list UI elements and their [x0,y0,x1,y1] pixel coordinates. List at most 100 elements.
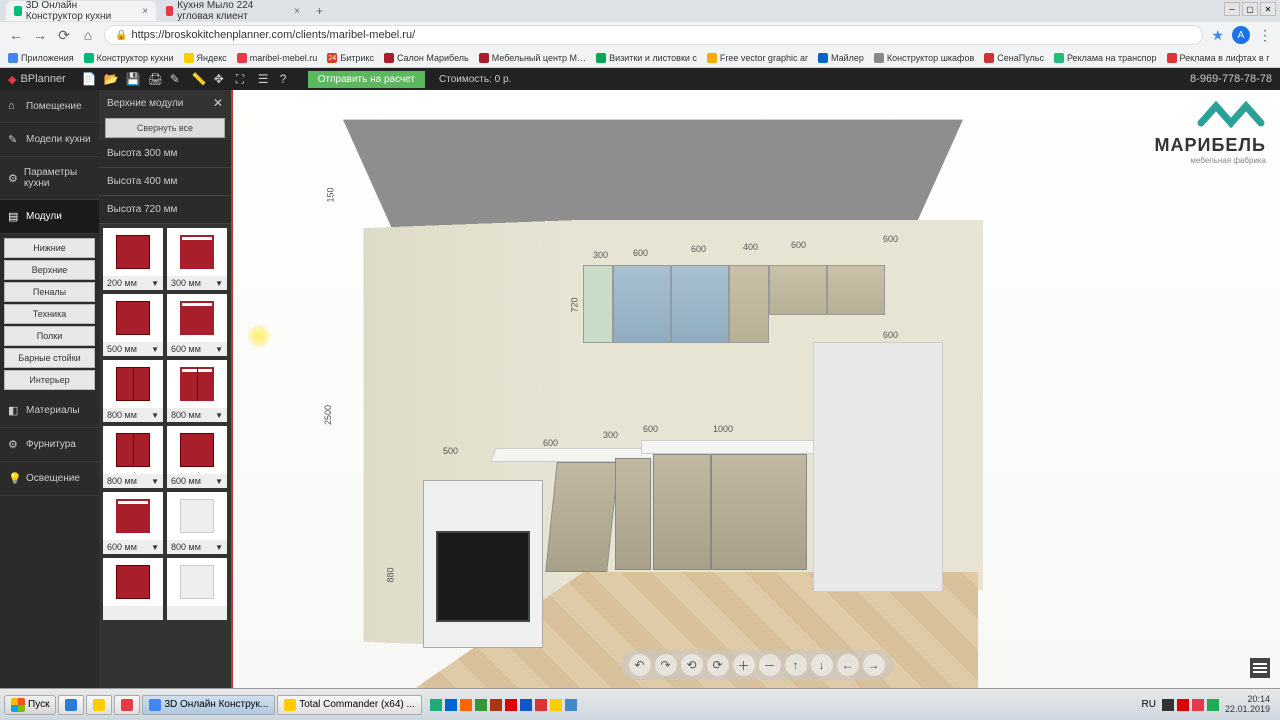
tray-icon[interactable] [1192,699,1204,711]
module-item[interactable]: 800 мм▼ [103,426,163,488]
panel-close-button[interactable]: ✕ [213,96,223,110]
collapse-all-button[interactable]: Свернуть все [105,118,225,138]
new-file-icon[interactable]: 📄 [82,72,96,87]
edit-icon[interactable]: ✎ [170,72,184,87]
chevron-down-icon[interactable]: ▼ [151,543,159,552]
module-item[interactable]: 600 мм▼ [167,426,227,488]
nav-hardware[interactable]: ⚙Фурнитура [0,428,99,462]
module-item[interactable] [167,558,227,620]
lower-cabinet[interactable] [653,454,711,570]
taskbar-item[interactable]: 3D Онлайн Конструк... [142,695,275,715]
taskbar-quicklaunch[interactable] [114,695,140,715]
bookmark-item[interactable]: 24Битрикс [327,53,374,63]
print-icon[interactable]: 🖨 [148,72,162,87]
app-icon[interactable] [460,699,472,711]
height-option[interactable]: Высота 720 мм [99,196,231,224]
sub-penals[interactable]: Пеналы [4,282,95,302]
taskbar-item[interactable]: Total Commander (x64) ... [277,695,422,715]
maximize-button[interactable]: ▢ [1242,2,1258,16]
sub-tech[interactable]: Техника [4,304,95,324]
lower-cabinet[interactable] [711,454,807,570]
bookmark-item[interactable]: Мебельный центр М… [479,53,586,63]
list-icon[interactable]: ☰ [258,72,272,87]
taskbar-quicklaunch[interactable] [58,695,84,715]
nav-modules[interactable]: ▤Модули [0,200,99,234]
pan-up-button[interactable]: ↑ [785,654,807,676]
chevron-down-icon[interactable]: ▼ [215,411,223,420]
close-icon[interactable]: × [142,6,148,17]
upper-cabinet[interactable] [769,265,827,315]
scene-menu-button[interactable] [1250,658,1270,678]
app-icon[interactable] [430,699,442,711]
nav-models[interactable]: ✎Модели кухни [0,123,99,157]
open-icon[interactable]: 📂 [104,72,118,87]
new-tab-button[interactable]: + [310,4,329,18]
bookmark-item[interactable]: Free vector graphic ar [707,53,808,63]
height-option[interactable]: Высота 300 мм [99,140,231,168]
tray-icon[interactable] [1207,699,1219,711]
forward-button[interactable]: → [32,27,48,43]
pan-right-button[interactable]: → [863,654,885,676]
module-item[interactable]: 800 мм▼ [167,360,227,422]
bookmark-item[interactable]: Майлер [818,53,864,63]
browser-tab[interactable]: Кухня Мыло 224 угловая клиент × [158,1,308,21]
upper-cabinet[interactable] [583,265,613,343]
app-icon[interactable] [490,699,502,711]
minimize-button[interactable]: ─ [1224,2,1240,16]
profile-avatar[interactable]: А [1232,26,1250,44]
home-button[interactable]: ⌂ [80,27,96,43]
module-item[interactable]: 800 мм▼ [167,492,227,554]
upper-cabinet[interactable] [613,265,671,343]
tray-icon[interactable] [1162,699,1174,711]
start-button[interactable]: Пуск [4,695,56,715]
pan-left-button[interactable]: ← [837,654,859,676]
bookmark-item[interactable]: Салон Марибель [384,53,469,63]
module-item[interactable]: 600 мм▼ [167,294,227,356]
close-window-button[interactable]: ✕ [1260,2,1276,16]
help-icon[interactable]: ? [280,72,294,87]
close-icon[interactable]: × [294,6,300,17]
rotate-right-button[interactable]: ↷ [655,654,677,676]
zoom-out-button[interactable]: － [759,654,781,676]
send-calculation-button[interactable]: Отправить на расчет [308,71,425,88]
app-icon[interactable] [565,699,577,711]
save-icon[interactable]: 💾 [126,72,140,87]
chevron-down-icon[interactable]: ▼ [215,543,223,552]
bookmark-item[interactable]: СенаПульс [984,53,1044,63]
nav-materials[interactable]: ◧Материалы [0,394,99,428]
chevron-down-icon[interactable]: ▼ [151,411,159,420]
bookmark-item[interactable]: Визитки и листовки с [596,53,697,63]
menu-dots-icon[interactable]: ⋮ [1258,27,1272,44]
pan-down-button[interactable]: ↓ [811,654,833,676]
move-icon[interactable]: ✥ [214,72,228,87]
language-indicator[interactable]: RU [1142,699,1156,710]
zoom-in-button[interactable]: ＋ [733,654,755,676]
nav-params[interactable]: ⚙Параметры кухни [0,157,99,200]
sub-shelves[interactable]: Полки [4,326,95,346]
fridge[interactable] [813,342,943,592]
chevron-down-icon[interactable]: ▼ [151,345,159,354]
app-icon[interactable] [505,699,517,711]
rotate-y-button[interactable]: ⟳ [707,654,729,676]
upper-cabinet[interactable] [671,265,729,343]
sub-upper[interactable]: Верхние [4,260,95,280]
height-option[interactable]: Высота 400 мм [99,168,231,196]
bookmark-item[interactable]: Яндекс [184,53,227,63]
rotate-left-button[interactable]: ↶ [629,654,651,676]
app-icon[interactable] [520,699,532,711]
upper-cabinet[interactable] [729,265,769,343]
taskbar-quicklaunch[interactable] [86,695,112,715]
bookmark-item[interactable]: Конструктор шкафов [874,53,974,63]
tray-icon[interactable] [1177,699,1189,711]
countertop[interactable] [641,440,831,454]
app-icon[interactable] [535,699,547,711]
module-item[interactable]: 600 мм▼ [103,492,163,554]
reload-button[interactable]: ⟳ [56,27,72,43]
lower-cabinet[interactable] [615,458,651,570]
sub-interior[interactable]: Интерьер [4,370,95,390]
bookmark-star-icon[interactable]: ★ [1211,27,1224,44]
back-button[interactable]: ← [8,27,24,43]
stove[interactable] [423,480,543,648]
nav-lighting[interactable]: 💡Освещение [0,462,99,496]
chevron-down-icon[interactable]: ▼ [151,477,159,486]
